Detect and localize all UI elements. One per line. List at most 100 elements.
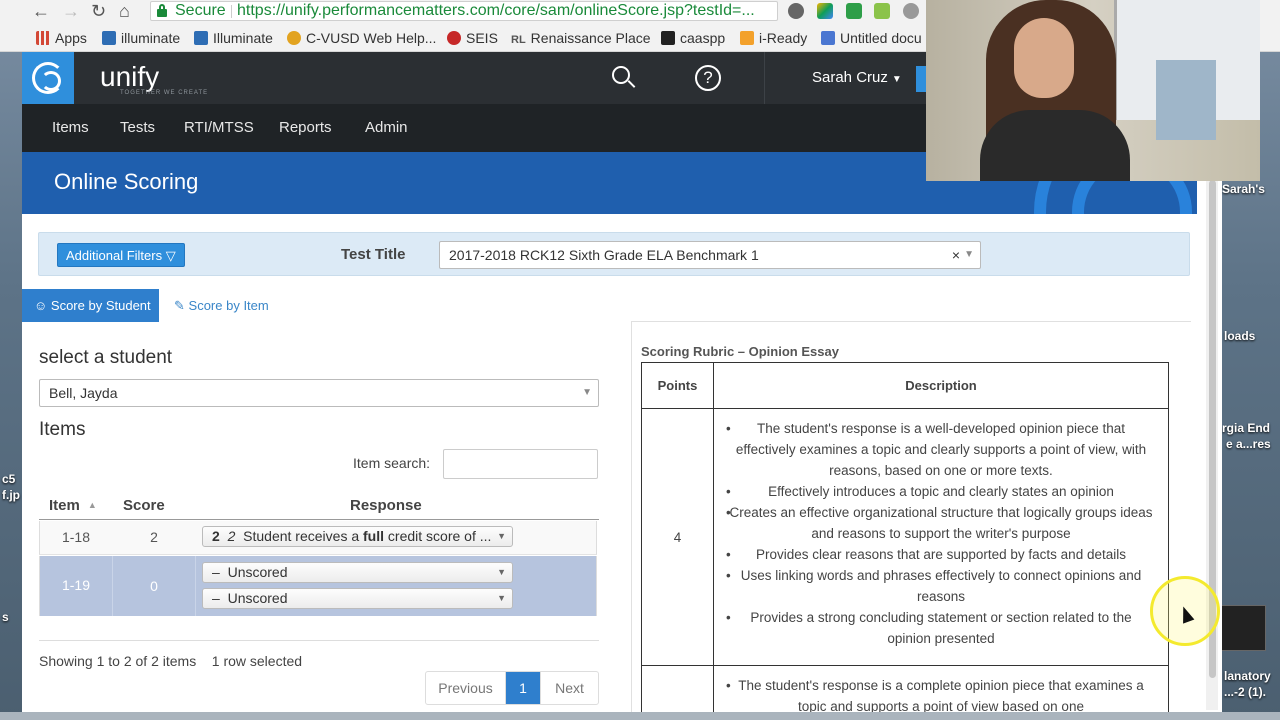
- desktop-label-left-3[interactable]: s: [2, 610, 9, 624]
- chevron-down-icon: ▼: [497, 567, 506, 577]
- desktop-label-georgia[interactable]: rgia End: [1222, 421, 1270, 435]
- bookmark-label: Renaissance Place: [530, 30, 651, 46]
- select-student-heading: select a student: [39, 347, 173, 368]
- bookmark-label: SEIS: [466, 30, 498, 46]
- response-select[interactable]: – Unscored ▼: [202, 562, 513, 583]
- desktop-label-left-2[interactable]: f.jp: [2, 488, 20, 502]
- clear-icon[interactable]: ×: [952, 242, 960, 268]
- table-info: Showing 1 to 2 of 2 items 1 row selected: [39, 653, 302, 669]
- filter-bar: Additional Filters ▽ Test Title 2017-201…: [38, 232, 1190, 276]
- nav-items[interactable]: Items: [52, 119, 89, 136]
- item-search-input[interactable]: [443, 449, 598, 479]
- bookmark-caaspp[interactable]: caaspp: [661, 30, 725, 48]
- rubric-bullet: Provides a strong concluding statement o…: [714, 607, 1168, 649]
- page-1-button[interactable]: 1: [506, 672, 540, 704]
- renaissance-icon: RL: [511, 34, 526, 46]
- bookmark-illuminate-1[interactable]: illuminate: [102, 30, 180, 48]
- tab-score-by-item[interactable]: ✎ Score by Item: [174, 289, 269, 322]
- bookmark-label: caaspp: [680, 30, 726, 46]
- chevron-down-icon[interactable]: ▼: [964, 242, 974, 268]
- bookmark-iready[interactable]: i-Ready: [740, 30, 807, 48]
- table-row-selected[interactable]: 1-19 0 – Unscored ▼ – Unscored ▼: [39, 556, 597, 616]
- drive-icon[interactable]: [817, 3, 833, 19]
- response-select[interactable]: – Unscored ▼: [202, 588, 513, 609]
- address-bar[interactable]: Secure https://unify.performancematters.…: [150, 1, 778, 21]
- back-icon[interactable]: ←: [32, 1, 50, 21]
- bookmark-seis[interactable]: SEIS: [447, 30, 498, 48]
- item-cell: 1-19: [61, 577, 91, 593]
- extension-icon-3[interactable]: [846, 3, 862, 19]
- extension-icon-1[interactable]: [788, 3, 804, 19]
- header-divider: [764, 52, 765, 104]
- response-select[interactable]: 2 2 Student receives a full credit score…: [202, 526, 513, 547]
- desktop-file-thumbnail[interactable]: [1220, 605, 1266, 651]
- extension-icon-4[interactable]: [874, 3, 890, 19]
- test-title-select[interactable]: 2017-2018 RCK12 Sixth Grade ELA Benchmar…: [439, 241, 981, 269]
- nav-tests[interactable]: Tests: [120, 119, 155, 136]
- additional-filters-button[interactable]: Additional Filters ▽: [57, 243, 185, 267]
- bookmark-label: Illuminate: [213, 30, 273, 46]
- rubric-row: The student's response is a complete opi…: [642, 667, 1168, 712]
- lock-icon: [157, 4, 167, 18]
- scoring-tabs: ☺ Score by Student ✎ Score by Item: [22, 289, 1222, 323]
- desktop-label-downloads[interactable]: loads: [1224, 329, 1255, 343]
- bookmark-illuminate-2[interactable]: Illuminate: [194, 30, 273, 48]
- bookmark-untitled-doc[interactable]: Untitled docu: [821, 30, 922, 48]
- tab-score-by-student[interactable]: ☺ Score by Student: [22, 289, 159, 322]
- nav-admin[interactable]: Admin: [365, 119, 408, 136]
- forward-icon[interactable]: →: [62, 1, 80, 21]
- reload-icon[interactable]: ↻: [91, 1, 106, 21]
- rubric-bullet: Uses linking words and phrases effective…: [714, 565, 1168, 607]
- table-row[interactable]: 1-18 2 2 2 Student receives a full credi…: [39, 521, 597, 555]
- desktop-label-explanatory-2[interactable]: ...-2 (1).: [1224, 685, 1266, 699]
- showing-count: Showing 1 to 2 of 2 items: [39, 653, 197, 669]
- test-title-label: Test Title: [341, 246, 406, 263]
- rubric-col-description: Description: [905, 378, 977, 393]
- desktop-label-sarahs[interactable]: Sarah's: [1222, 182, 1265, 196]
- bookmark-cvusd[interactable]: C-VUSD Web Help...: [287, 30, 436, 48]
- desktop-label-explanatory[interactable]: lanatory: [1224, 669, 1271, 683]
- filter-funnel-icon: ▽: [165, 248, 176, 263]
- nav-reports[interactable]: Reports: [279, 119, 332, 136]
- page-title: Online Scoring: [54, 169, 199, 194]
- person-icon: ☺: [34, 298, 48, 313]
- tab-label: Score by Student: [50, 298, 151, 313]
- column-header-item[interactable]: Item ▲: [49, 497, 97, 514]
- omnibox-separator: [231, 5, 232, 18]
- brand-tagline: TOGETHER WE CREATE: [120, 90, 209, 96]
- brand-name[interactable]: unify: [100, 62, 159, 92]
- tab-label: Score by Item: [188, 298, 269, 313]
- response-code: 2: [212, 528, 220, 544]
- unify-logo-icon[interactable]: [22, 52, 74, 104]
- rubric-col-points: Points: [657, 378, 698, 393]
- desktop-label-left-1[interactable]: c5: [2, 472, 15, 486]
- bookmark-apps[interactable]: Apps: [36, 30, 87, 48]
- sort-asc-icon: ▲: [87, 500, 97, 510]
- student-select[interactable]: Bell, Jayda ▼: [39, 379, 599, 407]
- chevron-down-icon: ▼: [497, 593, 506, 603]
- illuminate-icon: [102, 31, 116, 45]
- extension-icon-5[interactable]: [903, 3, 919, 19]
- dock-bar: [0, 712, 1280, 720]
- response-text-after: credit score of ...: [384, 528, 492, 544]
- bookmark-renaissance[interactable]: RL Renaissance Place: [511, 30, 651, 48]
- user-menu[interactable]: Sarah Cruz ▼: [812, 69, 902, 86]
- nav-rti-mtss[interactable]: RTI/MTSS: [184, 119, 254, 136]
- previous-button[interactable]: Previous: [426, 672, 506, 704]
- score-cell: 2: [150, 529, 158, 545]
- docs-icon: [821, 31, 835, 45]
- rubric-header: Points Description: [642, 363, 1168, 409]
- secure-label: Secure: [175, 2, 226, 19]
- next-button[interactable]: Next: [540, 672, 598, 704]
- chevron-down-icon: ▼: [497, 531, 506, 541]
- home-icon[interactable]: ⌂: [119, 1, 130, 21]
- search-icon[interactable]: [612, 66, 636, 90]
- chevron-down-icon: ▼: [582, 387, 592, 398]
- rubric-row: 4 The student's response is a well-devel…: [642, 410, 1168, 666]
- column-header-score[interactable]: Score: [123, 497, 165, 514]
- url-text[interactable]: https://unify.performancematters.com/cor…: [237, 2, 755, 20]
- bookmark-label: Apps: [55, 30, 87, 46]
- bookmark-label: C-VUSD Web Help...: [306, 30, 437, 46]
- help-icon[interactable]: ?: [695, 65, 721, 91]
- desktop-label-georgia-2[interactable]: e a...res: [1226, 437, 1271, 451]
